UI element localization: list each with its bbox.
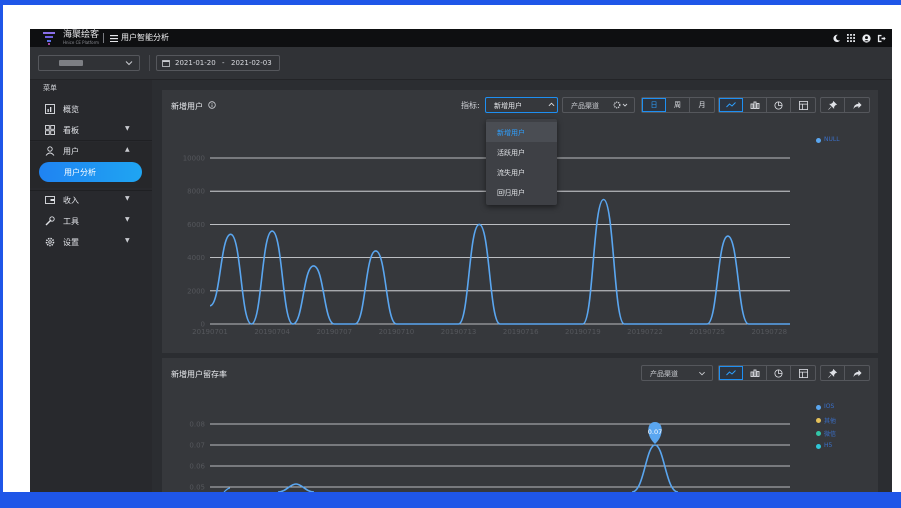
settings-icon: [45, 237, 55, 247]
dashboard-icon: [45, 125, 55, 135]
dropdown-option[interactable]: 新增用户: [486, 122, 557, 142]
date-start: 2021-01-20: [175, 59, 216, 67]
sidebar: 菜单 概览 看板 ▼ 用户 ▲ 用户分析 收入 ▼ 工具 ▼ 设置 ▼: [30, 80, 152, 492]
x-tick-label: 20190719: [565, 328, 601, 336]
chevron-up-icon: ▲: [125, 146, 130, 153]
y-tick-label: 4000: [187, 254, 205, 262]
account-icon[interactable]: [861, 32, 871, 44]
overview-icon: [45, 104, 55, 114]
sidebar-item-label: 收入: [63, 196, 79, 205]
sidebar-item-user-analysis[interactable]: 用户分析: [39, 162, 142, 182]
logo-text: 海聚绘客: [63, 30, 100, 40]
y-tick-label: 6000: [187, 221, 205, 229]
x-tick-label: 20190716: [503, 328, 539, 336]
dropdown-option-label: 回归用户: [497, 189, 525, 197]
x-tick-label: 20190710: [379, 328, 415, 336]
x-tick-label: 20190701: [192, 328, 228, 336]
chevron-down-icon: ▼: [125, 125, 130, 132]
sidebar-item-label: 概览: [63, 105, 79, 114]
divider: [30, 140, 152, 141]
top-navbar: 海聚绘客 Hnice CE Platform 用户智能分析: [30, 29, 892, 47]
calendar-icon: [162, 60, 170, 67]
logo-subtitle: Hnice CE Platform: [63, 40, 100, 45]
chevron-down-icon: [125, 61, 133, 66]
frame-bottom: [0, 492, 901, 508]
sidebar-item-user[interactable]: 用户 ▲: [30, 142, 152, 160]
x-tick-label: 20190713: [441, 328, 477, 336]
retention-panel: 新增用户留存率 产品渠道 IOS 其他 微信 H5 0.05 0.06 0.07 0.…: [162, 358, 878, 492]
dropdown-option-label: 流失用户: [497, 169, 525, 177]
y-tick-label: 0.05: [189, 484, 205, 492]
page-title: 用户智能分析: [121, 33, 169, 42]
dropdown-option[interactable]: 流失用户: [486, 162, 557, 182]
x-tick-label: 20190725: [689, 328, 725, 336]
filter-bar: 2021-01-20 - 2021-02-03: [30, 47, 892, 80]
wallet-icon: [45, 196, 55, 204]
project-select-value: [59, 60, 83, 66]
x-tick-label: 20190728: [751, 328, 787, 336]
app-window: 海聚绘客 Hnice CE Platform 用户智能分析 2021-01-20…: [30, 29, 892, 492]
metric-dropdown-menu: 新增用户 活跃用户 流失用户 回归用户: [486, 119, 557, 205]
series-line-ios: [631, 444, 679, 492]
date-range-picker[interactable]: 2021-01-20 - 2021-02-03: [156, 55, 280, 71]
y-tick-label: 2000: [187, 287, 205, 295]
y-tick-label: 0.07: [189, 442, 205, 450]
apps-grid-icon[interactable]: [846, 32, 856, 44]
x-tick-label: 20190707: [316, 328, 352, 336]
divider: [149, 55, 150, 71]
dropdown-option-label: 活跃用户: [497, 149, 525, 157]
new-users-panel: 新增用户 指标: 新增用户 产品渠道 日 周 月 NULL 0 2000 400…: [162, 90, 878, 353]
sidebar-item-label: 设置: [63, 238, 79, 247]
x-tick-label: 20190722: [627, 328, 663, 336]
y-tick-label: 8000: [187, 188, 205, 196]
x-tick-label: 20190704: [254, 328, 290, 336]
sidebar-item-label: 用户: [63, 147, 79, 156]
sidebar-item-label: 用户分析: [64, 168, 96, 177]
dropdown-option[interactable]: 活跃用户: [486, 142, 557, 162]
logout-icon[interactable]: [876, 32, 886, 44]
menu-icon[interactable]: [110, 35, 118, 42]
sidebar-item-overview[interactable]: 概览: [30, 100, 152, 118]
y-tick-label: 0.08: [189, 421, 205, 429]
sidebar-item-dashboard[interactable]: 看板 ▼: [30, 121, 152, 139]
chevron-down-icon: ▼: [125, 216, 130, 223]
sidebar-menu-title: 菜单: [43, 84, 57, 92]
tools-icon: [45, 216, 55, 226]
series-line-null: [209, 198, 790, 325]
series-line-ios: [277, 483, 315, 492]
sidebar-item-label: 看板: [63, 126, 79, 135]
dropdown-option-label: 新增用户: [497, 129, 525, 137]
sidebar-item-tools[interactable]: 工具 ▼: [30, 212, 152, 230]
chevron-down-icon: ▼: [125, 237, 130, 244]
project-select[interactable]: [38, 55, 140, 71]
divider: [103, 33, 104, 43]
date-end: 2021-02-03: [231, 59, 272, 67]
data-label: 0.07: [648, 428, 662, 436]
logo-icon: [43, 32, 55, 45]
retention-line-chart: 0.05 0.06 0.07 0.08 0.07: [189, 421, 790, 492]
top-toolbar: [831, 32, 886, 44]
user-icon: [45, 146, 55, 156]
sidebar-item-income[interactable]: 收入 ▼: [30, 191, 152, 209]
sidebar-item-label: 工具: [63, 217, 79, 226]
dropdown-option[interactable]: 回归用户: [486, 182, 557, 202]
y-tick-label: 10000: [183, 155, 205, 163]
y-tick-label: 0.06: [189, 463, 205, 471]
chevron-down-icon: ▼: [125, 195, 130, 202]
sidebar-item-settings[interactable]: 设置 ▼: [30, 233, 152, 251]
date-separator: -: [222, 59, 225, 67]
theme-moon-icon[interactable]: [831, 32, 841, 44]
